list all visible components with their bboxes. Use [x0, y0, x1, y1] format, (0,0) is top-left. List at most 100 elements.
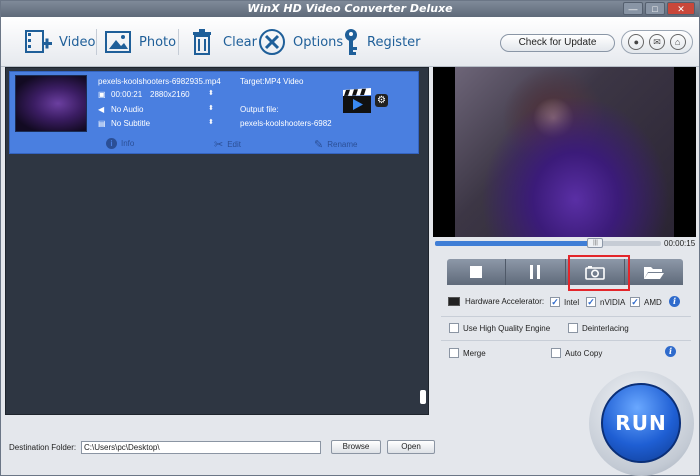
- pencil-icon: ✎: [314, 139, 324, 151]
- browse-button[interactable]: Browse: [331, 440, 381, 454]
- info-label: Info: [121, 139, 135, 148]
- player-controls: [447, 259, 683, 285]
- audio-track[interactable]: No Audio: [111, 105, 143, 114]
- seek-handle[interactable]: |||: [587, 238, 604, 248]
- merge-label: Merge: [463, 348, 486, 358]
- nvidia-check-icon: ✓: [586, 297, 596, 307]
- app-window: WinX HD Video Converter Deluxe — □ ✕ Vid…: [0, 0, 700, 476]
- rename-action[interactable]: ✎ Rename: [314, 138, 357, 151]
- tools-icon: [259, 29, 285, 55]
- add-video-icon: [25, 30, 52, 53]
- add-video-button[interactable]: Video: [23, 25, 95, 59]
- info-icon: i: [669, 296, 680, 307]
- options-button[interactable]: Options: [257, 25, 343, 59]
- auto-copy-checkbox[interactable]: Auto Copy: [551, 348, 602, 358]
- file-actions: i Info ✂ Edit ✎ Rename: [10, 135, 418, 153]
- hq-engine-box: [449, 323, 459, 333]
- account-buttons: ● ✉ ⌂: [621, 30, 693, 54]
- clear-button[interactable]: Clear: [187, 25, 257, 59]
- scroll-thumb[interactable]: [420, 390, 426, 404]
- audio-updown-icon[interactable]: ⬍: [208, 104, 214, 112]
- stop-icon: [470, 266, 483, 278]
- info-icon: i: [106, 138, 117, 149]
- merge-box: [449, 348, 459, 358]
- video-preview: [433, 67, 696, 237]
- destination-input[interactable]: C:\Users\pc\Desktop\: [81, 440, 321, 454]
- file-list: pexels-koolshooters-6982935.mp4 ▣ 00:00:…: [5, 67, 429, 415]
- info-action[interactable]: i Info: [106, 138, 134, 149]
- clear-label: Clear: [223, 34, 257, 50]
- video-label: Video: [59, 34, 96, 50]
- run-button[interactable]: RUN: [601, 383, 681, 463]
- home-icon[interactable]: ⌂: [669, 34, 686, 50]
- pause-icon: [530, 265, 541, 279]
- open-folder-button[interactable]: [625, 259, 683, 285]
- auto-copy-box: [551, 348, 561, 358]
- run-button-ring: RUN: [589, 371, 694, 476]
- hardware-info-button[interactable]: i: [669, 296, 680, 307]
- check-update-button[interactable]: Check for Update: [500, 34, 615, 52]
- user-icon[interactable]: ●: [628, 34, 645, 50]
- title-bar: WinX HD Video Converter Deluxe — □ ✕: [1, 1, 699, 17]
- deinterlacing-label: Deinterlacing: [582, 323, 629, 333]
- auto-copy-info-button[interactable]: i: [665, 346, 676, 357]
- destination-row: Destination Folder: C:\Users\pc\Desktop\…: [9, 439, 435, 455]
- merge-checkbox[interactable]: Merge: [449, 348, 486, 358]
- file-duration: 00:00:21: [111, 90, 143, 99]
- open-button[interactable]: Open: [387, 440, 435, 454]
- register-button[interactable]: Register: [341, 25, 421, 59]
- stop-button[interactable]: [447, 259, 507, 285]
- auto-copy-label: Auto Copy: [565, 348, 603, 358]
- edit-action[interactable]: ✂ Edit: [214, 138, 241, 151]
- deinterlacing-box: [568, 323, 578, 333]
- target-format: Target:MP4 Video: [240, 77, 304, 86]
- file-item[interactable]: pexels-koolshooters-6982935.mp4 ▣ 00:00:…: [9, 71, 419, 154]
- amd-label: AMD: [644, 297, 662, 307]
- list-scrollbar[interactable]: [420, 72, 426, 410]
- minimize-button[interactable]: —: [623, 2, 643, 15]
- settings-gear-icon[interactable]: ⚙: [375, 94, 388, 107]
- hardware-accelerator-row: Hardware Accelerator:: [448, 297, 544, 306]
- speaker-icon: ◀: [98, 105, 105, 114]
- maximize-button[interactable]: □: [645, 2, 665, 15]
- rename-label: Rename: [327, 140, 358, 149]
- key-icon: [345, 29, 357, 55]
- photo-label: Photo: [139, 34, 177, 50]
- toolbar-divider: [178, 29, 179, 55]
- toolbar-divider: [96, 29, 97, 55]
- photo-icon: [105, 31, 131, 53]
- seek-progress: [435, 241, 596, 246]
- register-label: Register: [367, 34, 421, 50]
- toolbar: Video Photo Clear Options Register Check…: [1, 17, 699, 67]
- pause-button[interactable]: [506, 259, 566, 285]
- clock-icon: ▣: [98, 90, 106, 99]
- amd-check-icon: ✓: [630, 297, 640, 307]
- edit-label: Edit: [227, 140, 242, 149]
- hq-engine-label: Use High Quality Engine: [463, 323, 551, 333]
- chip-icon: [448, 297, 460, 306]
- output-label: Output file:: [240, 105, 279, 114]
- intel-checkbox[interactable]: ✓ Intel: [550, 297, 579, 307]
- subtitle-track[interactable]: No Subtitle: [111, 119, 150, 128]
- close-button[interactable]: ✕: [667, 2, 695, 15]
- destination-label: Destination Folder:: [9, 442, 77, 452]
- nvidia-label: nVIDIA: [600, 297, 626, 307]
- trash-icon: [193, 29, 211, 55]
- video-thumbnail: [15, 75, 87, 132]
- deinterlacing-checkbox[interactable]: Deinterlacing: [568, 323, 629, 333]
- mail-icon[interactable]: ✉: [648, 34, 665, 50]
- amd-checkbox[interactable]: ✓ AMD: [630, 297, 662, 307]
- seek-bar[interactable]: |||: [435, 238, 661, 248]
- subtitle-updown-icon[interactable]: ⬍: [208, 118, 214, 126]
- window-title: WinX HD Video Converter Deluxe: [247, 2, 453, 15]
- intel-label: Intel: [564, 297, 580, 307]
- nvidia-checkbox[interactable]: ✓ nVIDIA: [586, 297, 625, 307]
- high-quality-engine-checkbox[interactable]: Use High Quality Engine: [449, 323, 550, 333]
- clapperboard-icon[interactable]: [342, 88, 372, 114]
- options-divider: [441, 316, 691, 317]
- updown-icon[interactable]: ⬍: [208, 89, 214, 97]
- info-icon: i: [665, 346, 676, 357]
- output-filename: pexels-koolshooters-6982: [240, 119, 332, 128]
- add-photo-button[interactable]: Photo: [103, 25, 176, 59]
- folder-icon: [643, 267, 664, 279]
